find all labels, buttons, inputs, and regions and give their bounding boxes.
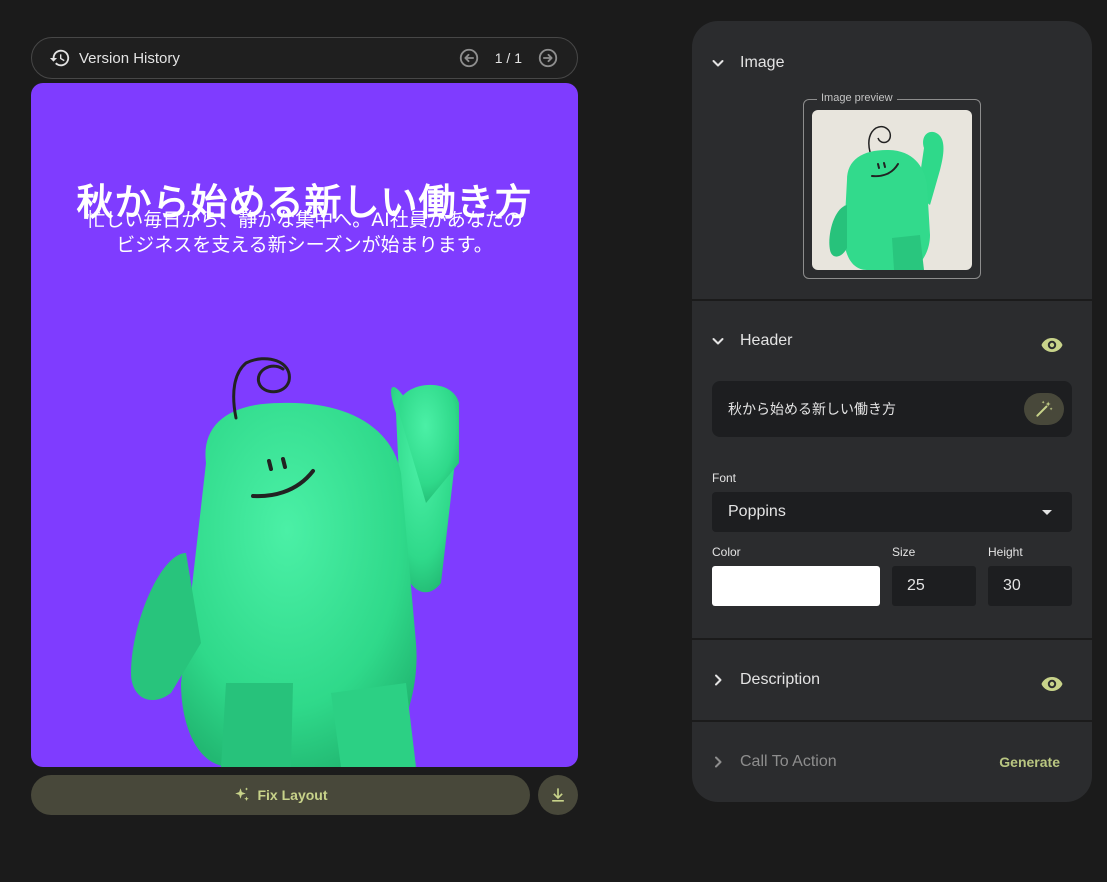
cta-section-title: Call To Action bbox=[740, 753, 837, 770]
size-value: 25 bbox=[907, 577, 925, 594]
eye-icon[interactable] bbox=[1040, 674, 1064, 694]
arrow-right-circle-icon[interactable] bbox=[537, 47, 559, 69]
history-icon[interactable] bbox=[49, 47, 71, 69]
page-indicator: 1 / 1 bbox=[494, 50, 522, 66]
magic-wand-button[interactable] bbox=[1024, 393, 1064, 425]
chevron-right-icon bbox=[710, 672, 726, 688]
image-section-title: Image bbox=[740, 54, 785, 71]
download-button[interactable] bbox=[538, 775, 578, 815]
header-section-header[interactable]: Header bbox=[692, 326, 1092, 356]
height-input[interactable]: 30 bbox=[988, 566, 1072, 606]
image-preview-box[interactable]: Image preview bbox=[803, 92, 981, 279]
header-text-field[interactable]: 秋から始める新しい働き方 bbox=[712, 381, 1072, 437]
font-label: Font bbox=[712, 471, 737, 485]
section-divider bbox=[692, 638, 1092, 640]
fix-layout-label: Fix Layout bbox=[257, 787, 328, 803]
arrow-left-circle-icon[interactable] bbox=[458, 47, 480, 69]
download-icon bbox=[548, 785, 568, 805]
height-value: 30 bbox=[1003, 577, 1021, 594]
section-divider bbox=[692, 720, 1092, 722]
description-section-header[interactable]: Description bbox=[692, 665, 1092, 695]
section-divider bbox=[692, 299, 1092, 301]
magic-wand-icon bbox=[1034, 399, 1054, 419]
description-section-title: Description bbox=[740, 671, 821, 688]
height-label: Height bbox=[988, 545, 1023, 559]
caret-down-icon bbox=[1042, 510, 1052, 515]
size-label: Size bbox=[892, 545, 916, 559]
design-canvas[interactable]: 秋から始める新しい働き方 忙しい毎日から、静かな集中へ。AI社員があなたのビジネ… bbox=[31, 83, 578, 767]
generate-button[interactable]: Generate bbox=[999, 754, 1060, 770]
image-preview-legend: Image preview bbox=[817, 92, 897, 104]
size-input[interactable]: 25 bbox=[892, 566, 976, 606]
header-section-title: Header bbox=[740, 332, 793, 349]
image-section-header[interactable]: Image bbox=[692, 48, 1092, 78]
chevron-right-icon bbox=[710, 754, 726, 770]
header-text-value: 秋から始める新しい働き方 bbox=[728, 402, 896, 418]
chevron-down-icon bbox=[710, 55, 726, 71]
image-preview-thumbnail bbox=[812, 110, 972, 270]
color-swatch[interactable] bbox=[712, 566, 880, 606]
version-history-label[interactable]: Version History bbox=[79, 50, 180, 67]
version-pager: 1 / 1 bbox=[458, 47, 559, 69]
canvas-description[interactable]: 忙しい毎日から、静かな集中へ。AI社員があなたのビジネスを支える新シーズンが始ま… bbox=[77, 208, 532, 258]
font-select-value: Poppins bbox=[728, 503, 786, 520]
properties-panel: Image Image preview Header 秋から始める新しい働き方 bbox=[692, 21, 1092, 802]
eye-icon[interactable] bbox=[1040, 335, 1064, 355]
version-history-bar: Version History 1 / 1 bbox=[31, 37, 578, 79]
sparkle-icon bbox=[233, 786, 251, 804]
color-label: Color bbox=[712, 545, 741, 559]
fix-layout-button[interactable]: Fix Layout bbox=[31, 775, 530, 815]
font-select[interactable]: Poppins bbox=[712, 492, 1072, 532]
chevron-down-icon bbox=[710, 333, 726, 349]
